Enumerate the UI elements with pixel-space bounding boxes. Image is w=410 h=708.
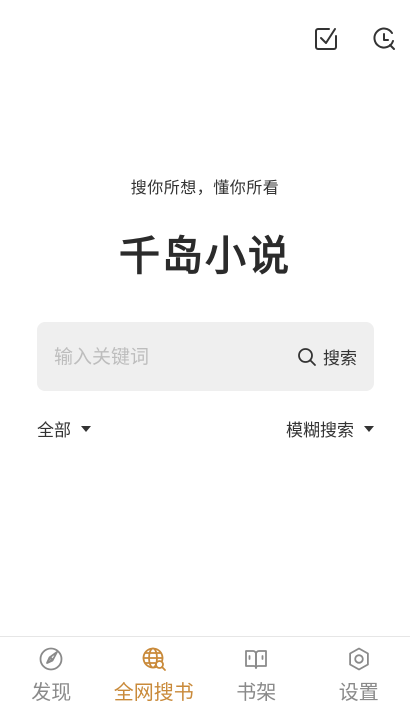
caret-down-icon: [81, 426, 91, 432]
search-icon: [297, 347, 317, 367]
globe-search-icon: [141, 646, 167, 672]
tab-bookshelf[interactable]: 书架: [205, 637, 308, 708]
history-clock-icon[interactable]: [371, 26, 397, 52]
tab-search-books-label: 全网搜书: [114, 676, 194, 705]
slogan: 搜你所想，懂你所看: [0, 174, 410, 198]
tab-settings-label: 设置: [339, 676, 379, 705]
top-bar: [0, 0, 410, 78]
search-mode-label: 模糊搜索: [286, 416, 354, 441]
tab-settings[interactable]: 设置: [308, 637, 410, 708]
app-title: 千岛小说: [0, 222, 410, 282]
tab-bookshelf-label: 书架: [236, 676, 276, 705]
search-box: 搜索: [37, 322, 374, 391]
gear-icon: [346, 646, 372, 672]
scope-label: 全部: [37, 416, 71, 441]
bottom-tab-bar: 发现 全网搜书 书架 设置: [0, 636, 410, 708]
search-mode-dropdown[interactable]: 模糊搜索: [286, 416, 374, 441]
tab-discover-label: 发现: [31, 676, 71, 705]
scope-dropdown[interactable]: 全部: [37, 416, 91, 441]
search-button-label: 搜索: [323, 344, 357, 369]
search-input[interactable]: [54, 322, 274, 391]
book-icon: [243, 646, 269, 672]
import-book-icon[interactable]: [313, 26, 339, 52]
search-button[interactable]: 搜索: [297, 322, 357, 391]
tab-search-books[interactable]: 全网搜书: [103, 637, 206, 708]
compass-icon: [38, 646, 64, 672]
caret-down-icon: [364, 426, 374, 432]
tab-discover[interactable]: 发现: [0, 637, 103, 708]
